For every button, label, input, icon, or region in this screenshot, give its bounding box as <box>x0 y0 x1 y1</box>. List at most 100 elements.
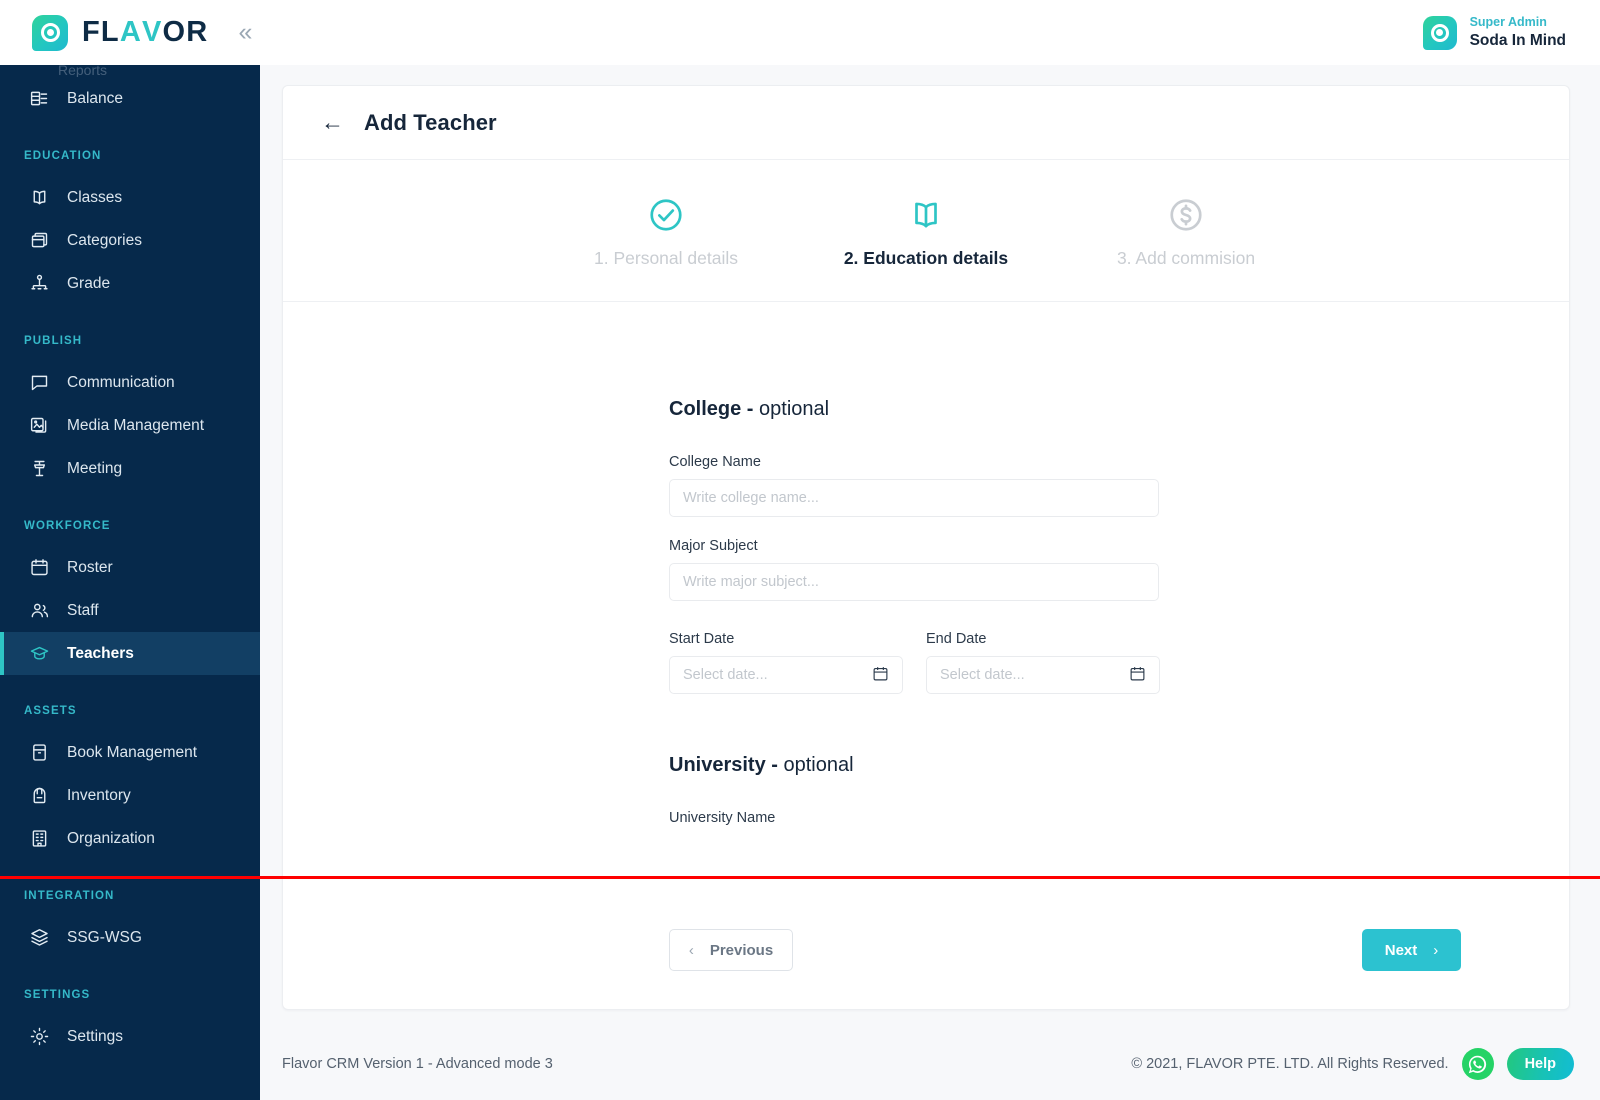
sidebar-item-inventory[interactable]: Inventory <box>0 774 260 817</box>
open-book-icon <box>915 202 937 228</box>
stepper: 1. Personal details 2. Education details 3… <box>283 160 1569 302</box>
end-date-input[interactable]: Select date... <box>926 656 1160 694</box>
college-name-input[interactable]: Write college name... <box>669 479 1159 517</box>
brand-text-4: OR <box>162 16 209 48</box>
page-footer: Flavor CRM Version 1 - Advanced mode 3 ©… <box>260 1028 1600 1100</box>
user-role: Super Admin <box>1469 15 1547 29</box>
college-heading-rest: optional <box>753 398 830 420</box>
college-section-heading: College - optional <box>669 398 1569 421</box>
end-date-label: End Date <box>926 631 987 647</box>
open-book-icon <box>33 190 45 205</box>
next-button-label: Next <box>1384 941 1418 959</box>
sidebar-nav: Reports Balance EDUCATION Classes Categorie… <box>0 65 260 1058</box>
backpack-icon <box>28 785 50 807</box>
sidebar-item-communication[interactable]: Communication <box>0 361 260 404</box>
sidebar-item-balance[interactable]: Balance <box>0 77 260 120</box>
stepper-step-label: 1. Personal details <box>594 248 738 268</box>
sidebar-item-meeting[interactable]: Meeting <box>0 447 260 490</box>
sidebar-section-education: EDUCATION <box>24 150 102 162</box>
brand[interactable]: FL A V OR « <box>0 14 252 51</box>
whatsapp-icon[interactable] <box>1461 1048 1494 1080</box>
calendar-icon <box>28 557 50 579</box>
next-button[interactable]: Next › <box>1362 929 1461 971</box>
sidebar-item-label: Organization <box>67 829 155 847</box>
sidebar-item-book-management[interactable]: Book Management <box>0 731 260 774</box>
field-end-date: End Date Select date... <box>926 631 1160 694</box>
sidebar-item-media-management[interactable]: Media Management <box>0 404 260 447</box>
sidebar-item-label: Roster <box>67 558 113 576</box>
sidebar-item-ssg-wsg[interactable]: SSG-WSG <box>0 916 260 959</box>
book-icon <box>32 744 46 761</box>
sidebar-item-label: Teachers <box>67 644 134 662</box>
check-circle-icon <box>536 192 796 238</box>
card-header: ← Add Teacher <box>283 86 1569 160</box>
chevron-right-icon: › <box>1433 941 1439 959</box>
field-major-subject: Major Subject Write major subject... <box>669 538 1569 601</box>
brand-text-2: A <box>119 16 142 48</box>
backpack-icon <box>33 787 45 804</box>
chat-bubble-icon <box>28 372 50 394</box>
sidebar-item-teachers[interactable]: Teachers <box>0 632 260 675</box>
sidebar-item-label: Categories <box>67 231 142 249</box>
stepper-step-2[interactable]: 2. Education details <box>796 192 1056 269</box>
help-button-label: Help <box>1524 1056 1556 1072</box>
stepper-step-3[interactable]: 3. Add commision <box>1056 192 1316 269</box>
red-divider-line <box>0 876 1600 879</box>
calendar-icon[interactable] <box>872 665 889 686</box>
major-subject-input[interactable]: Write major subject... <box>669 563 1159 601</box>
sidebar-item-staff[interactable]: Staff <box>0 589 260 632</box>
college-date-row: Start Date Select date... End Date Selec… <box>669 631 1569 694</box>
university-name-label: University Name <box>669 810 776 826</box>
form-area: College - optional College Name Write co… <box>283 302 1569 891</box>
sidebar-item-label: Media Management <box>67 416 204 434</box>
double-chevron-left-icon[interactable]: « <box>238 20 252 45</box>
open-book-icon <box>28 187 50 209</box>
sidebar-item-grade[interactable]: Grade <box>0 262 260 305</box>
open-book-icon <box>796 192 1056 238</box>
previous-button-label: Previous <box>709 941 774 959</box>
main-content: ← Add Teacher 1. Personal details 2. Educ… <box>260 65 1600 1100</box>
chevron-left-icon: ‹ <box>688 941 694 959</box>
arrow-left-icon[interactable]: ← <box>321 111 344 134</box>
major-subject-label: Major Subject <box>669 538 758 554</box>
sidebar-item-categories[interactable]: Categories <box>0 219 260 262</box>
stepper-step-1[interactable]: 1. Personal details <box>536 192 796 269</box>
university-heading-rest: optional <box>777 754 854 776</box>
sidebar-section-integration: INTEGRATION <box>24 890 115 902</box>
sidebar-section-publish: PUBLISH <box>24 335 83 347</box>
calendar-icon <box>30 559 48 576</box>
sidebar-section-assets: ASSETS <box>24 705 77 717</box>
balance-stack-icon <box>30 91 47 106</box>
avatar <box>1422 15 1457 50</box>
chat-bubble-icon <box>31 375 47 391</box>
sidebar-section-settings: SETTINGS <box>24 989 91 1001</box>
start-date-label: Start Date <box>669 631 735 647</box>
college-name-label: College Name <box>669 454 761 470</box>
sidebar-item-label: Meeting <box>67 459 123 477</box>
sidebar-item-label: Settings <box>67 1027 124 1045</box>
hierarchy-icon <box>30 274 48 290</box>
sidebar-item-label: Balance <box>67 89 124 107</box>
copyright-text: © 2021, FLAVOR PTE. LTD. All Rights Rese… <box>1131 1056 1449 1072</box>
user-menu[interactable]: Super Admin Soda In Mind <box>1422 15 1600 50</box>
calendar-icon[interactable] <box>1129 665 1146 686</box>
previous-button[interactable]: ‹ Previous <box>669 929 793 971</box>
start-date-placeholder: Select date... <box>683 667 768 683</box>
layers-icon <box>28 927 50 949</box>
help-button[interactable]: Help <box>1506 1048 1574 1080</box>
sidebar-item-organization[interactable]: Organization <box>0 817 260 860</box>
image-stack-icon <box>28 415 50 437</box>
university-section-heading: University - optional <box>669 754 1569 777</box>
end-date-placeholder: Select date... <box>940 667 1025 683</box>
sidebar-item-roster[interactable]: Roster <box>0 546 260 589</box>
sidebar-item-classes[interactable]: Classes <box>0 176 260 219</box>
sidebar-item-label: Book Management <box>67 743 198 761</box>
start-date-input[interactable]: Select date... <box>669 656 903 694</box>
graduation-cap-icon <box>28 643 50 665</box>
podium-icon <box>28 458 50 480</box>
field-university-name: University Name <box>669 810 1569 826</box>
people-icon <box>31 603 48 618</box>
university-heading-bold: University - <box>669 754 778 776</box>
sidebar[interactable]: Reports Balance EDUCATION Classes Categorie… <box>0 65 260 1100</box>
sidebar-item-settings[interactable]: Settings <box>0 1015 260 1058</box>
